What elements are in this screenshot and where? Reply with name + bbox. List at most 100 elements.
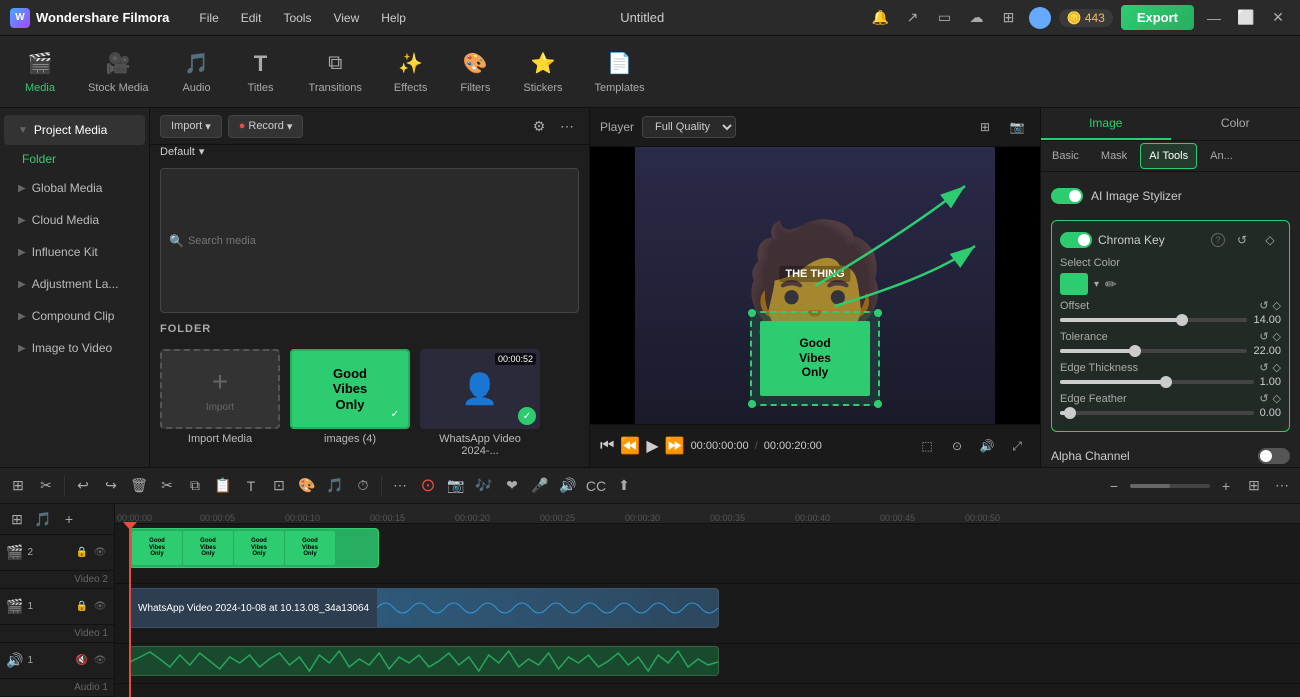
minimize-icon[interactable]: ▭ bbox=[933, 6, 957, 30]
more-options-icon[interactable]: ⋯ bbox=[555, 114, 579, 138]
import-thumb[interactable]: + Import bbox=[160, 349, 280, 429]
tab-templates[interactable]: 📄 Templates bbox=[580, 42, 658, 102]
delete-icon[interactable]: 🗑 bbox=[127, 474, 151, 498]
menu-edit[interactable]: Edit bbox=[231, 7, 272, 29]
video2-lock-icon[interactable]: 🔒 bbox=[74, 544, 90, 560]
offset-diamond-icon[interactable]: ◇ bbox=[1273, 299, 1281, 312]
zoom-slider[interactable] bbox=[1130, 484, 1210, 488]
sidebar-item-project-media[interactable]: ▼ Project Media bbox=[4, 115, 145, 145]
subtab-an[interactable]: An... bbox=[1201, 143, 1242, 169]
sidebar-item-global-media[interactable]: ▶ Global Media bbox=[4, 173, 145, 203]
edge-thickness-diamond-icon[interactable]: ◇ bbox=[1273, 361, 1281, 374]
subtab-mask[interactable]: Mask bbox=[1092, 143, 1136, 169]
quality-select[interactable]: Full Quality bbox=[642, 116, 736, 138]
ai-image-stylizer-toggle[interactable] bbox=[1051, 188, 1083, 204]
snapshot-icon[interactable]: 📷 bbox=[1004, 114, 1030, 140]
tab-transitions[interactable]: ⧉ Transitions bbox=[295, 42, 376, 102]
bell-icon[interactable]: 🔔 bbox=[869, 6, 893, 30]
speed-icon[interactable]: ⏱ bbox=[351, 474, 375, 498]
crop-icon[interactable]: ⬚ bbox=[914, 433, 940, 459]
audio-tl-icon[interactable]: 🎵 bbox=[323, 474, 347, 498]
alpha-channel-toggle[interactable] bbox=[1258, 448, 1290, 464]
window-minimize-icon[interactable]: — bbox=[1202, 6, 1226, 30]
window-close-icon[interactable]: ✕ bbox=[1266, 6, 1290, 30]
zoom-in-icon[interactable]: + bbox=[1214, 474, 1238, 498]
add-media-icon[interactable]: ⊞ bbox=[6, 474, 30, 498]
text-icon[interactable]: T bbox=[239, 474, 263, 498]
tab-stickers[interactable]: ⭐ Stickers bbox=[509, 42, 576, 102]
offset-reset-icon[interactable]: ↺ bbox=[1259, 299, 1268, 312]
edge-feather-reset-icon[interactable]: ↺ bbox=[1259, 392, 1268, 405]
play-pause-icon[interactable]: ▶ bbox=[646, 436, 658, 456]
next-frame-icon[interactable]: ⏩ bbox=[665, 436, 685, 456]
record-button[interactable]: ● Record ▾ bbox=[228, 115, 304, 138]
sidebar-folder[interactable]: Folder bbox=[0, 146, 149, 172]
edge-feather-diamond-icon[interactable]: ◇ bbox=[1273, 392, 1281, 405]
import-button[interactable]: Import ▾ bbox=[160, 115, 222, 138]
mic-tl-icon[interactable]: 🎤 bbox=[528, 474, 552, 498]
edge-thickness-reset-icon[interactable]: ↺ bbox=[1259, 361, 1268, 374]
tab-filters[interactable]: 🎨 Filters bbox=[445, 42, 505, 102]
voice-icon[interactable]: 🔊 bbox=[556, 474, 580, 498]
menu-file[interactable]: File bbox=[189, 7, 228, 29]
cut-icon[interactable]: ✂ bbox=[155, 474, 179, 498]
cloud-icon[interactable]: ☁ bbox=[965, 6, 989, 30]
fullscreen-icon[interactable]: ⤢ bbox=[1004, 433, 1030, 459]
menu-tools[interactable]: Tools bbox=[273, 7, 321, 29]
tolerance-reset-icon[interactable]: ↺ bbox=[1259, 330, 1268, 343]
subtab-ai-tools[interactable]: AI Tools bbox=[1140, 143, 1197, 169]
tab-audio[interactable]: 🎵 Audio bbox=[167, 42, 227, 102]
add-video-track-icon[interactable]: ⊞ bbox=[6, 508, 28, 530]
video2-eye-icon[interactable]: 👁 bbox=[92, 544, 108, 560]
video1-eye-icon[interactable]: 👁 bbox=[92, 598, 108, 614]
crop-tl-icon[interactable]: ⊡ bbox=[267, 474, 291, 498]
offset-slider[interactable] bbox=[1060, 318, 1247, 322]
sidebar-item-image-to-video[interactable]: ▶ Image to Video bbox=[4, 333, 145, 363]
skip-back-icon[interactable]: ⏮ bbox=[600, 437, 614, 455]
camera-tl-icon[interactable]: 📷 bbox=[444, 474, 468, 498]
music-tl-icon[interactable]: 🎶 bbox=[472, 474, 496, 498]
tab-titles[interactable]: T Titles bbox=[231, 42, 291, 102]
media-item-video[interactable]: 👤 00:00:52 ✓ WhatsApp Video 2024-... bbox=[420, 349, 540, 457]
copy-icon[interactable]: ⧉ bbox=[183, 474, 207, 498]
devices-icon[interactable]: ⊞ bbox=[997, 6, 1021, 30]
search-input[interactable] bbox=[188, 235, 570, 247]
tab-color[interactable]: Color bbox=[1171, 108, 1300, 140]
heart-tl-icon[interactable]: ❤ bbox=[500, 474, 524, 498]
overlay-image-border[interactable]: GoodVibesOnly bbox=[750, 311, 880, 406]
menu-view[interactable]: View bbox=[323, 7, 369, 29]
prev-frame-icon[interactable]: ⏪ bbox=[620, 436, 640, 456]
tab-effects[interactable]: ✨ Effects bbox=[380, 42, 441, 102]
undo-icon[interactable]: ↩ bbox=[71, 474, 95, 498]
audio1-mute-icon[interactable]: 🔇 bbox=[74, 652, 90, 668]
chroma-key-reset-icon[interactable]: ↺ bbox=[1231, 229, 1253, 251]
zoom-out-icon[interactable]: − bbox=[1102, 474, 1126, 498]
menu-help[interactable]: Help bbox=[371, 7, 416, 29]
more-tl-icon[interactable]: ⋯ bbox=[388, 474, 412, 498]
redo-icon[interactable]: ↪ bbox=[99, 474, 123, 498]
edge-feather-slider[interactable] bbox=[1060, 411, 1254, 415]
paste-icon[interactable]: 📋 bbox=[211, 474, 235, 498]
tolerance-slider[interactable] bbox=[1060, 349, 1247, 353]
filter-icon[interactable]: ⚙ bbox=[527, 114, 551, 138]
tab-image[interactable]: Image bbox=[1041, 108, 1171, 140]
export-tl-icon[interactable]: ⬆ bbox=[612, 474, 636, 498]
coin-count[interactable]: 🪙 443 bbox=[1059, 9, 1113, 27]
audio1-eye-icon[interactable]: 👁 bbox=[92, 652, 108, 668]
sidebar-item-adjustment[interactable]: ▶ Adjustment La... bbox=[4, 269, 145, 299]
color-swatch[interactable] bbox=[1060, 273, 1088, 295]
tab-media[interactable]: 🎬 Media bbox=[10, 42, 70, 102]
video1-clip[interactable]: WhatsApp Video 2024-10-08 at 10.13.08_34… bbox=[129, 588, 719, 628]
more-tl2-icon[interactable]: ⋯ bbox=[1270, 474, 1294, 498]
grid-view-icon[interactable]: ⊞ bbox=[972, 114, 998, 140]
compare-icon[interactable]: ⊙ bbox=[944, 433, 970, 459]
audio1-clip[interactable] bbox=[129, 646, 719, 676]
sidebar-item-influence-kit[interactable]: ▶ Influence Kit bbox=[4, 237, 145, 267]
media-item-images[interactable]: GoodVibesOnly ✓ images (4) bbox=[290, 349, 410, 457]
record-tl-icon[interactable]: ⊙ bbox=[416, 474, 440, 498]
video1-lock-icon[interactable]: 🔒 bbox=[74, 598, 90, 614]
tab-stock-media[interactable]: 🎥 Stock Media bbox=[74, 42, 163, 102]
chroma-key-diamond-icon[interactable]: ◇ bbox=[1259, 229, 1281, 251]
color-tl-icon[interactable]: 🎨 bbox=[295, 474, 319, 498]
video2-clip[interactable]: GoodVibesOnly GoodVibesOnly GoodVibesOnl… bbox=[129, 528, 379, 568]
